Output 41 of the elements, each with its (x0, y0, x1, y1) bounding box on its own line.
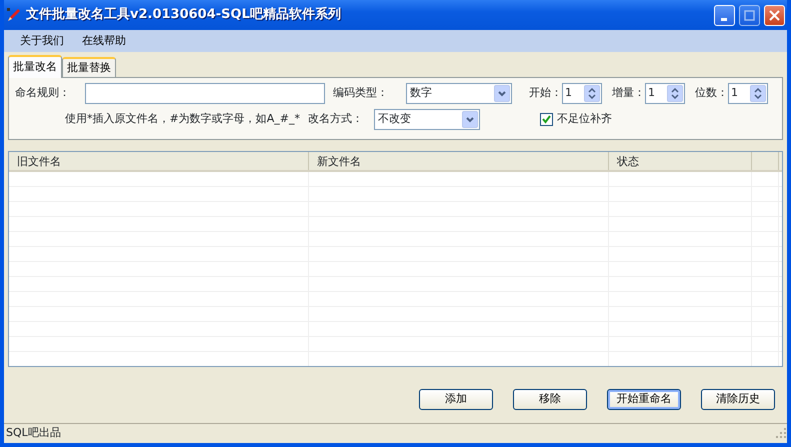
spinner-label: 开始： (529, 85, 562, 102)
rename-mode-dropdown[interactable]: 不改变 (374, 109, 480, 130)
close-button[interactable] (764, 4, 785, 26)
minimize-icon (720, 18, 726, 20)
spin-arrows-icon (588, 88, 596, 99)
window-title: 文件批量改名工具v2.0130604-SQL吧精品软件系列 (26, 6, 342, 24)
number-spinner[interactable]: 1 (728, 83, 768, 104)
status-text: SQL吧出品 (6, 424, 61, 441)
spin-arrows-icon (671, 88, 679, 99)
spin-arrows-icon (754, 88, 762, 99)
spinner-label: 增量： (612, 85, 645, 102)
column-header[interactable]: 状态 (609, 152, 752, 170)
rename-mode-label: 改名方式： (308, 111, 364, 128)
tab[interactable]: 批量替换 (62, 56, 116, 77)
check-icon (542, 115, 551, 124)
spinner-label: 位数： (695, 85, 728, 102)
pencil-icon (6, 7, 22, 23)
menu-item[interactable]: 关于我们 (12, 32, 72, 50)
encoding-type-dropdown[interactable]: 数字 (406, 83, 512, 104)
number-spinner[interactable]: 1 (645, 83, 685, 104)
action-button[interactable]: 开始重命名 (607, 388, 681, 410)
action-button[interactable]: 添加 (419, 388, 493, 410)
maximize-icon (744, 10, 755, 20)
pad-checkbox[interactable]: 不足位补齐 (540, 111, 612, 128)
maximize-button[interactable] (739, 4, 760, 26)
close-icon (769, 10, 780, 20)
caret-icon (498, 90, 506, 96)
resize-grip-icon (775, 427, 787, 439)
tab[interactable]: 批量改名 (8, 54, 62, 78)
column-header[interactable]: 新文件名 (309, 152, 609, 170)
encoding-type-label: 编码类型： (333, 85, 389, 102)
naming-rule-field[interactable] (85, 83, 325, 104)
minimize-button[interactable] (714, 4, 735, 26)
column-header[interactable]: 旧文件名 (9, 152, 309, 170)
hint-text: 使用*插入原文件名，#为数字或字母，如A_#_* (65, 111, 300, 128)
action-button[interactable]: 移除 (513, 388, 587, 410)
caret-icon (466, 116, 474, 122)
menu-item[interactable]: 在线帮助 (74, 32, 134, 50)
number-spinner[interactable]: 1 (562, 83, 602, 104)
naming-rule-label: 命名规则： (15, 85, 71, 102)
action-button[interactable]: 清除历史 (701, 388, 775, 410)
